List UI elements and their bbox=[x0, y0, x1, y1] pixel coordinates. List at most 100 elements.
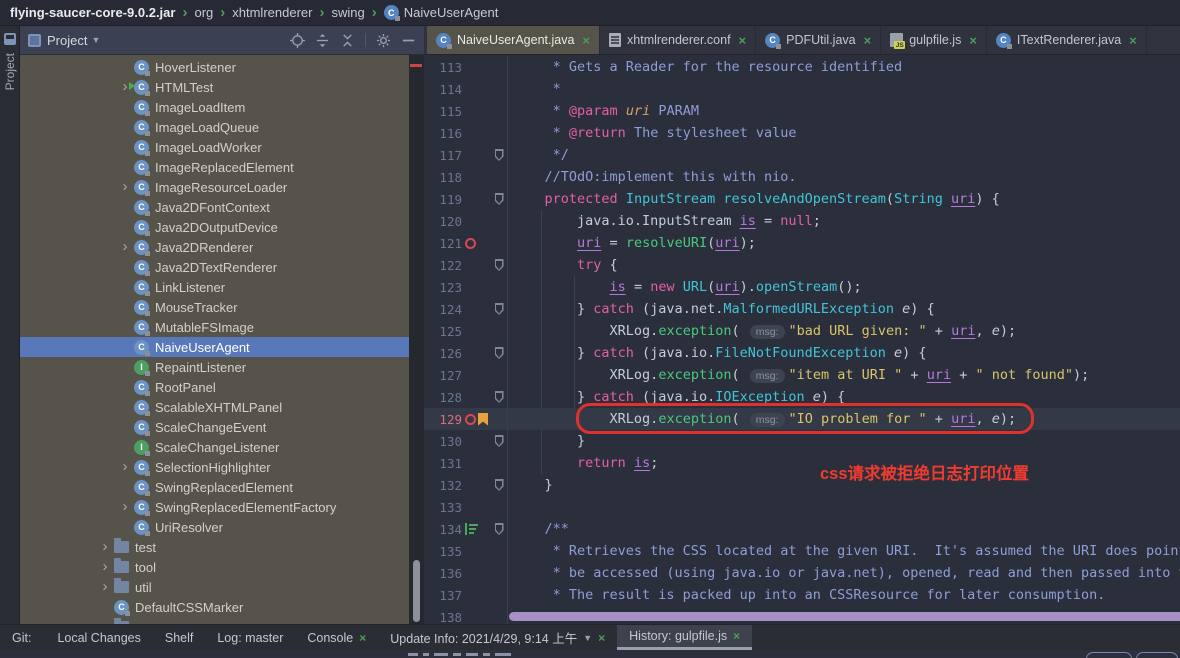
git-label[interactable]: Git: bbox=[12, 625, 31, 650]
line-number[interactable]: 122 bbox=[424, 258, 462, 273]
tree-row-test[interactable]: ›test bbox=[20, 537, 424, 557]
tree-row-imageloadworker[interactable]: CImageLoadWorker bbox=[20, 137, 424, 157]
editor-tab[interactable]: CPDFUtil.java× bbox=[756, 26, 881, 54]
close-icon[interactable]: × bbox=[969, 33, 977, 48]
chevron-right-icon[interactable]: › bbox=[116, 240, 134, 254]
line-number[interactable]: 123 bbox=[424, 280, 462, 295]
code-line-137[interactable]: 137 * The result is packed up into an CS… bbox=[424, 584, 1180, 606]
line-number[interactable]: 124 bbox=[424, 302, 462, 317]
project-panel-title[interactable]: Project bbox=[47, 33, 87, 48]
fold-up-icon[interactable] bbox=[495, 303, 504, 315]
breakpoint-icon[interactable] bbox=[465, 414, 476, 425]
code-line-115[interactable]: 115 * @param uri PARAM bbox=[424, 100, 1180, 122]
code-line-126[interactable]: 126 } catch (java.io.FileNotFoundExcepti… bbox=[424, 342, 1180, 364]
clipped-filter-button[interactable] bbox=[1086, 652, 1132, 658]
close-icon[interactable]: × bbox=[864, 33, 872, 48]
tree-row-java2dtextrenderer[interactable]: CJava2DTextRenderer bbox=[20, 257, 424, 277]
tree-row-imageloadqueue[interactable]: CImageLoadQueue bbox=[20, 117, 424, 137]
fold-up-icon[interactable] bbox=[495, 149, 504, 161]
tree-row-java2doutputdevice[interactable]: CJava2DOutputDevice bbox=[20, 217, 424, 237]
code-line-133[interactable]: 133 bbox=[424, 496, 1180, 518]
fold-up-icon[interactable] bbox=[495, 391, 504, 403]
tree-row-mousetracker[interactable]: CMouseTracker bbox=[20, 297, 424, 317]
code-line-117[interactable]: 117 */ bbox=[424, 144, 1180, 166]
tree-row-linklistener[interactable]: CLinkListener bbox=[20, 277, 424, 297]
tree-row[interactable]: › bbox=[20, 617, 424, 624]
line-number[interactable]: 127 bbox=[424, 368, 462, 383]
fold-up-icon[interactable] bbox=[495, 479, 504, 491]
locate-file-icon[interactable] bbox=[289, 32, 305, 48]
line-number[interactable]: 117 bbox=[424, 148, 462, 163]
code-line-135[interactable]: 135 * Retrieves the CSS located at the g… bbox=[424, 540, 1180, 562]
gear-icon[interactable] bbox=[375, 32, 391, 48]
code-line-127[interactable]: 127 XRLog.exception( msg:"item at URI " … bbox=[424, 364, 1180, 386]
bottom-tab-history[interactable]: History: gulpfile.js× bbox=[617, 625, 752, 650]
chevron-right-icon[interactable]: › bbox=[96, 620, 114, 624]
chevron-right-icon[interactable]: › bbox=[116, 500, 134, 514]
code-line-116[interactable]: 116 * @return The stylesheet value bbox=[424, 122, 1180, 144]
line-number[interactable]: 136 bbox=[424, 566, 462, 581]
line-number[interactable]: 121 bbox=[424, 236, 462, 251]
horizontal-scrollbar[interactable] bbox=[509, 612, 1180, 621]
close-icon[interactable]: × bbox=[733, 629, 740, 643]
tree-row-mutablefsimage[interactable]: CMutableFSImage bbox=[20, 317, 424, 337]
tree-row-rootpanel[interactable]: CRootPanel bbox=[20, 377, 424, 397]
tree-row-naiveuseragent[interactable]: CNaiveUserAgent bbox=[20, 337, 424, 357]
project-side-tab[interactable]: Project bbox=[3, 53, 17, 90]
fold-down-icon[interactable] bbox=[495, 259, 504, 271]
fold-down-icon[interactable] bbox=[495, 193, 504, 205]
line-number[interactable]: 113 bbox=[424, 60, 462, 75]
line-number[interactable]: 134 bbox=[424, 522, 462, 537]
clipped-filter-button[interactable] bbox=[1136, 652, 1178, 658]
project-scrollbar-thumb[interactable] bbox=[413, 560, 420, 622]
editor-tab[interactable]: xhtmlrenderer.conf× bbox=[600, 26, 756, 54]
code-line-136[interactable]: 136 * be accessed (using java.io or java… bbox=[424, 562, 1180, 584]
line-number[interactable]: 129 bbox=[424, 412, 462, 427]
code-line-123[interactable]: 123 is = new URL(uri).openStream(); bbox=[424, 276, 1180, 298]
code-line-131[interactable]: 131 return is; bbox=[424, 452, 1180, 474]
line-number[interactable]: 119 bbox=[424, 192, 462, 207]
dropdown-caret-icon[interactable]: ▼ bbox=[583, 633, 592, 643]
editor-tab[interactable]: CNaiveUserAgent.java× bbox=[427, 26, 600, 54]
tree-row-java2dfontcontext[interactable]: CJava2DFontContext bbox=[20, 197, 424, 217]
chevron-right-icon[interactable]: › bbox=[96, 560, 114, 574]
code-line-121[interactable]: 121 uri = resolveURI(uri); bbox=[424, 232, 1180, 254]
tree-row-htmltest[interactable]: ›CHTMLTest bbox=[20, 77, 424, 97]
line-number[interactable]: 138 bbox=[424, 610, 462, 625]
code-line-134[interactable]: 134 /** bbox=[424, 518, 1180, 540]
breadcrumb-item[interactable]: swing bbox=[331, 5, 364, 20]
code-line-114[interactable]: 114 * bbox=[424, 78, 1180, 100]
tree-row-scalechangeevent[interactable]: CScaleChangeEvent bbox=[20, 417, 424, 437]
collapse-all-icon[interactable] bbox=[339, 32, 355, 48]
code-line-124[interactable]: 124 } catch (java.net.MalformedURLExcept… bbox=[424, 298, 1180, 320]
code-editor[interactable]: 113 * Gets a Reader for the resource ide… bbox=[424, 55, 1180, 624]
chevron-right-icon[interactable]: › bbox=[116, 180, 134, 194]
close-icon[interactable]: × bbox=[598, 631, 605, 645]
line-number[interactable]: 118 bbox=[424, 170, 462, 185]
bottom-tab-shelf[interactable]: Shelf bbox=[153, 625, 206, 650]
code-line-113[interactable]: 113 * Gets a Reader for the resource ide… bbox=[424, 56, 1180, 78]
code-line-132[interactable]: 132 } bbox=[424, 474, 1180, 496]
close-icon[interactable]: × bbox=[1129, 33, 1137, 48]
breakpoint-icon[interactable] bbox=[465, 238, 476, 249]
tree-row-selectionhighlighter[interactable]: ›CSelectionHighlighter bbox=[20, 457, 424, 477]
code-line-118[interactable]: 118 //TOdO:implement this with nio. bbox=[424, 166, 1180, 188]
fold-down-icon[interactable] bbox=[495, 523, 504, 535]
tree-row-uriresolver[interactable]: CUriResolver bbox=[20, 517, 424, 537]
code-line-125[interactable]: 125 XRLog.exception( msg:"bad URL given:… bbox=[424, 320, 1180, 342]
chevron-right-icon[interactable]: › bbox=[96, 540, 114, 554]
line-number[interactable]: 135 bbox=[424, 544, 462, 559]
breadcrumb-root[interactable]: flying-saucer-core-9.0.2.jar bbox=[10, 5, 175, 20]
line-number[interactable]: 114 bbox=[424, 82, 462, 97]
bottom-tab-log[interactable]: Log: master bbox=[205, 625, 295, 650]
line-number[interactable]: 126 bbox=[424, 346, 462, 361]
tree-row-imageloaditem[interactable]: CImageLoadItem bbox=[20, 97, 424, 117]
line-number[interactable]: 128 bbox=[424, 390, 462, 405]
bottom-tab-console[interactable]: Console× bbox=[295, 625, 378, 650]
tree-row-defaultcssmarker[interactable]: CDefaultCSSMarker bbox=[20, 597, 424, 617]
line-number[interactable]: 133 bbox=[424, 500, 462, 515]
bottom-tab-update-info[interactable]: Update Info: 2021/4/29, 9:14 上午▼× bbox=[378, 625, 617, 650]
line-number[interactable]: 125 bbox=[424, 324, 462, 339]
bookmark-icon[interactable] bbox=[478, 413, 488, 426]
chevron-right-icon[interactable]: › bbox=[96, 580, 114, 594]
